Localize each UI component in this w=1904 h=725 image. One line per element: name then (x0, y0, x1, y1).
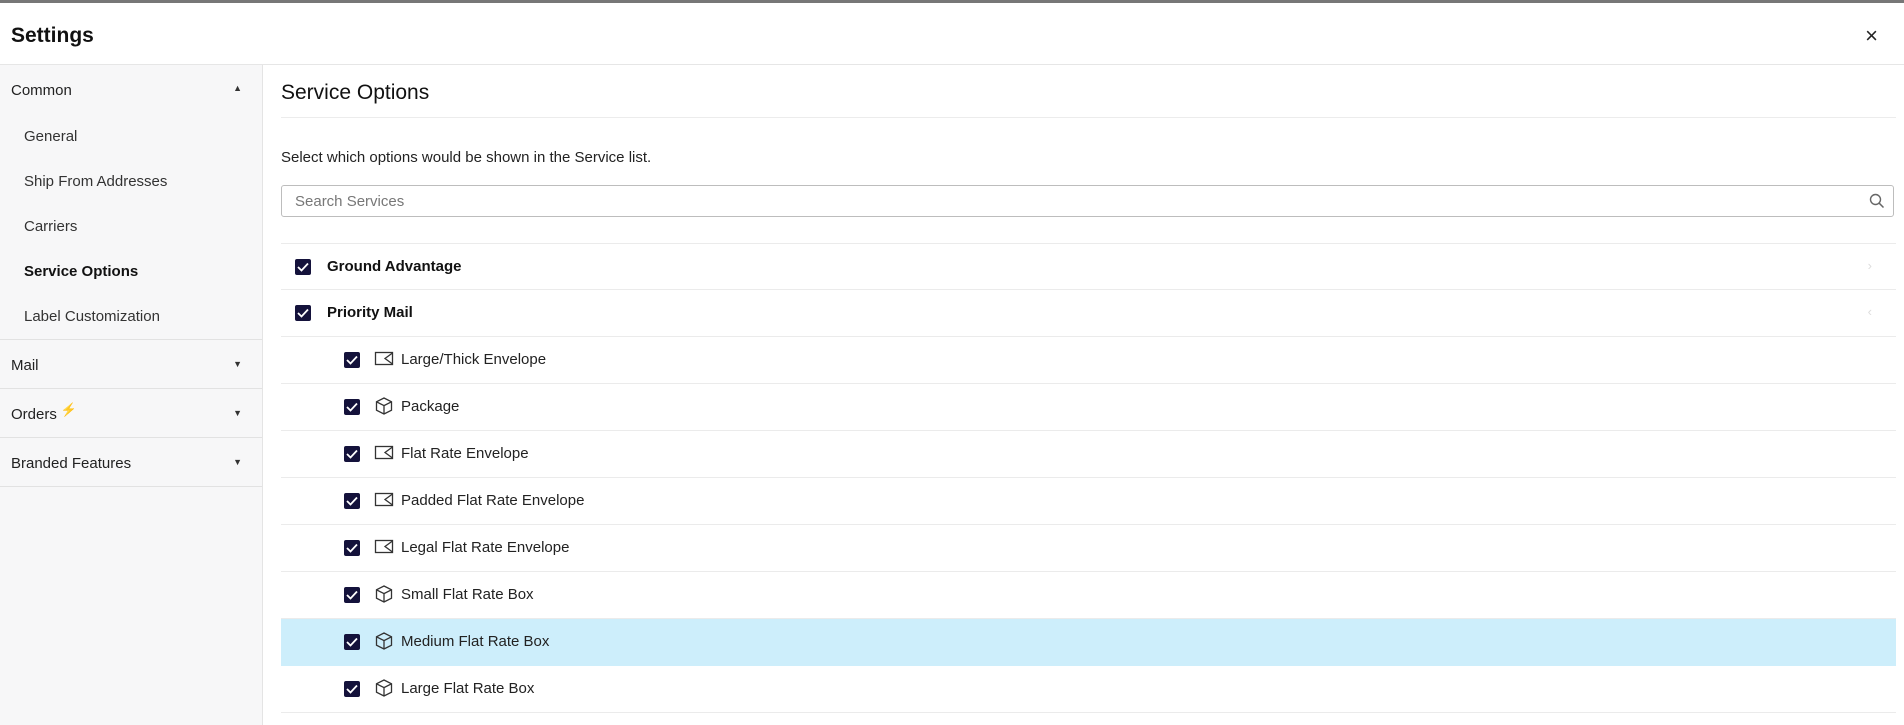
caret-up-icon: ▲ (233, 83, 242, 93)
sidebar-item-label: General (24, 128, 78, 145)
page-title: Settings (11, 24, 94, 47)
sidebar-section-common-toggle[interactable]: Common ▲ (0, 65, 262, 114)
lightning-bolt-icon: ⚡ (60, 402, 78, 417)
sidebar-section-label: Common (11, 82, 72, 99)
service-item-checkbox[interactable] (344, 493, 360, 509)
service-item-row[interactable]: Legal Flat Rate Envelope (281, 525, 1896, 572)
service-item-checkbox[interactable] (344, 399, 360, 415)
box-icon (375, 632, 393, 650)
service-group-row[interactable]: Ground Advantage › (281, 243, 1896, 290)
service-item-label: Medium Flat Rate Box (401, 633, 550, 650)
service-item-row[interactable]: Flat Rate Envelope (281, 431, 1896, 478)
service-list: Ground Advantage › Priority Mail ‹ Large… (281, 233, 1896, 713)
service-group-row[interactable]: Priority Mail ‹ (281, 290, 1896, 337)
section-description: Select which options would be shown in t… (281, 149, 652, 166)
service-item-label: Package (401, 398, 460, 415)
sidebar: Common ▲ General Ship From Addresses Car… (0, 65, 263, 725)
envelope-icon (374, 351, 394, 366)
sidebar-item-label-customization[interactable]: Label Customization (0, 294, 262, 339)
service-group-checkbox[interactable] (295, 305, 311, 321)
service-item-checkbox[interactable] (344, 540, 360, 556)
service-item-row[interactable]: Package (281, 384, 1896, 431)
caret-down-icon: ▼ (233, 457, 242, 467)
envelope-icon (374, 445, 394, 460)
caret-down-icon: ▼ (233, 408, 242, 418)
close-icon[interactable]: × (1865, 23, 1878, 49)
envelope-icon (374, 492, 394, 507)
service-group-checkbox[interactable] (295, 259, 311, 275)
service-group-label: Ground Advantage (327, 258, 462, 275)
sidebar-item-ship-from-addresses[interactable]: Ship From Addresses (0, 159, 262, 204)
service-item-label: Padded Flat Rate Envelope (401, 492, 585, 509)
service-item-row[interactable]: Large/Thick Envelope (281, 337, 1896, 384)
sidebar-section-branded-features[interactable]: Branded Features ▼ (0, 438, 262, 487)
search-box (281, 185, 1894, 217)
sidebar-item-label: Service Options (24, 263, 139, 280)
sidebar-item-label: Ship From Addresses (24, 173, 168, 190)
service-item-row[interactable]: Large Flat Rate Box (281, 666, 1896, 713)
box-icon (375, 397, 393, 415)
sidebar-item-label: Carriers (24, 218, 78, 235)
sidebar-section-label: Orders ⚡ (11, 402, 77, 423)
service-item-label: Large Flat Rate Box (401, 680, 535, 697)
chevron-down-icon[interactable]: ‹ (1868, 304, 1872, 319)
sidebar-section-label: Branded Features (11, 455, 132, 472)
box-icon (375, 679, 393, 697)
service-item-checkbox[interactable] (344, 352, 360, 368)
sidebar-item-carriers[interactable]: Carriers (0, 204, 262, 249)
service-item-checkbox[interactable] (344, 634, 360, 650)
service-item-label: Flat Rate Envelope (401, 445, 529, 462)
service-item-row[interactable]: Small Flat Rate Box (281, 572, 1896, 619)
sidebar-section-mail[interactable]: Mail ▼ (0, 340, 262, 389)
service-item-label: Small Flat Rate Box (401, 586, 534, 603)
title-divider (281, 117, 1896, 118)
search-icon[interactable] (1869, 193, 1885, 209)
service-item-checkbox[interactable] (344, 446, 360, 462)
sidebar-section-label-text: Orders (11, 406, 57, 423)
sidebar-section-common: Common ▲ General Ship From Addresses Car… (0, 65, 262, 340)
box-icon (375, 585, 393, 603)
service-item-row[interactable]: Padded Flat Rate Envelope (281, 478, 1896, 525)
sidebar-item-label: Label Customization (24, 308, 160, 325)
section-title: Service Options (281, 81, 430, 104)
caret-down-icon: ▼ (233, 359, 242, 369)
service-item-checkbox[interactable] (344, 681, 360, 697)
settings-header: Settings × (0, 3, 1904, 65)
service-item-label: Legal Flat Rate Envelope (401, 539, 570, 556)
sidebar-section-label: Mail (11, 357, 39, 374)
service-item-row-highlighted[interactable]: Medium Flat Rate Box (281, 619, 1896, 666)
sidebar-item-general[interactable]: General (0, 114, 262, 159)
service-group-label: Priority Mail (327, 304, 413, 321)
service-item-label: Large/Thick Envelope (401, 351, 547, 368)
envelope-icon (374, 539, 394, 554)
sidebar-section-orders[interactable]: Orders ⚡ ▼ (0, 389, 262, 438)
sidebar-item-service-options[interactable]: Service Options (0, 249, 262, 294)
search-input[interactable] (282, 186, 1868, 216)
service-item-checkbox[interactable] (344, 587, 360, 603)
chevron-right-icon[interactable]: › (1868, 258, 1872, 273)
